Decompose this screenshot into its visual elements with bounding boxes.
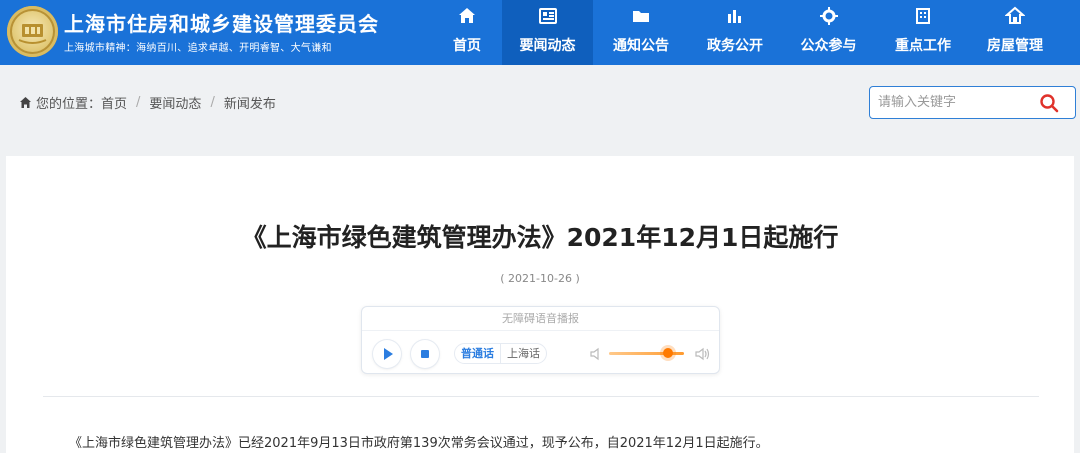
lang-option-shanghainese[interactable]: 上海话 (500, 344, 546, 363)
language-toggle: 普通话 上海话 (454, 343, 547, 364)
search-icon[interactable] (1039, 93, 1059, 113)
nav-item-notices[interactable]: 通知公告 (593, 0, 689, 65)
site-slogan: 上海城市精神：海纳百川、追求卓越、开明睿智、大气谦和 (64, 43, 332, 54)
article-body: 《上海市绿色建筑管理办法》已经2021年9月13日市政府第139次常务会议通过，… (69, 436, 769, 451)
home-icon (459, 8, 475, 23)
nav-label: 要闻动态 (519, 38, 576, 54)
chart-icon (728, 10, 741, 23)
logo-emblem-icon (18, 24, 47, 44)
breadcrumb-separator: / (210, 95, 215, 110)
breadcrumb: 您的位置： 首页 / 要闻动态 / 新闻发布 (19, 93, 276, 112)
nav-item-public-participation[interactable]: 公众参与 (781, 0, 876, 65)
nav-item-housing[interactable]: 房屋管理 (970, 0, 1060, 65)
main-nav: 首页 要闻动态 通知公告 政务公开 公众参与 重点工作 房屋管理 (432, 0, 1060, 65)
gear-icon (819, 7, 838, 25)
breadcrumb-separator: / (136, 95, 141, 110)
breadcrumb-item-home[interactable]: 首页 (101, 93, 127, 112)
search-box (869, 86, 1076, 119)
stop-button[interactable] (411, 340, 439, 368)
nav-label: 首页 (453, 38, 481, 54)
nav-label: 房屋管理 (987, 38, 1043, 54)
nav-label: 政务公开 (707, 38, 763, 54)
site-title: 上海市住房和城乡建设管理委员会 (64, 12, 379, 36)
nav-item-news[interactable]: 要闻动态 (502, 0, 593, 65)
nav-label: 通知公告 (613, 38, 669, 54)
nav-label: 公众参与 (800, 38, 857, 54)
building-icon (916, 8, 930, 24)
article-title: 《上海市绿色建筑管理办法》2021年12月1日起施行 (241, 223, 839, 252)
volume-slider-handle[interactable] (662, 348, 673, 358)
site-header: 上海市住房和城乡建设管理委员会 上海城市精神：海纳百川、追求卓越、开明睿智、大气… (0, 0, 1080, 65)
news-icon (538, 8, 557, 24)
breadcrumb-item-news[interactable]: 要闻动态 (149, 93, 201, 112)
voice-player: 无障碍语音播报 普通话 上海话 (361, 306, 720, 374)
nav-item-gov-affairs[interactable]: 政务公开 (689, 0, 781, 65)
article-card: 《上海市绿色建筑管理办法》2021年12月1日起施行 ( 2021-10-26 … (6, 156, 1074, 453)
house-icon (1005, 6, 1025, 24)
player-title: 无障碍语音播报 (362, 307, 719, 331)
volume-high-icon (695, 347, 710, 361)
content-divider (43, 396, 1039, 397)
folder-icon (633, 11, 649, 22)
lang-option-mandarin[interactable]: 普通话 (455, 344, 500, 363)
site-logo[interactable] (7, 6, 58, 57)
nav-label: 重点工作 (895, 38, 951, 54)
nav-item-home[interactable]: 首页 (432, 0, 502, 65)
volume-low-icon (590, 347, 599, 361)
volume-slider[interactable] (609, 352, 684, 355)
breadcrumb-prefix: 您的位置： (36, 97, 102, 112)
breadcrumb-item-current[interactable]: 新闻发布 (224, 93, 276, 112)
play-button[interactable] (373, 340, 401, 368)
nav-item-key-work[interactable]: 重点工作 (876, 0, 970, 65)
article-date: ( 2021-10-26 ) (500, 272, 580, 285)
search-input[interactable] (878, 87, 1038, 118)
home-icon (20, 97, 31, 108)
